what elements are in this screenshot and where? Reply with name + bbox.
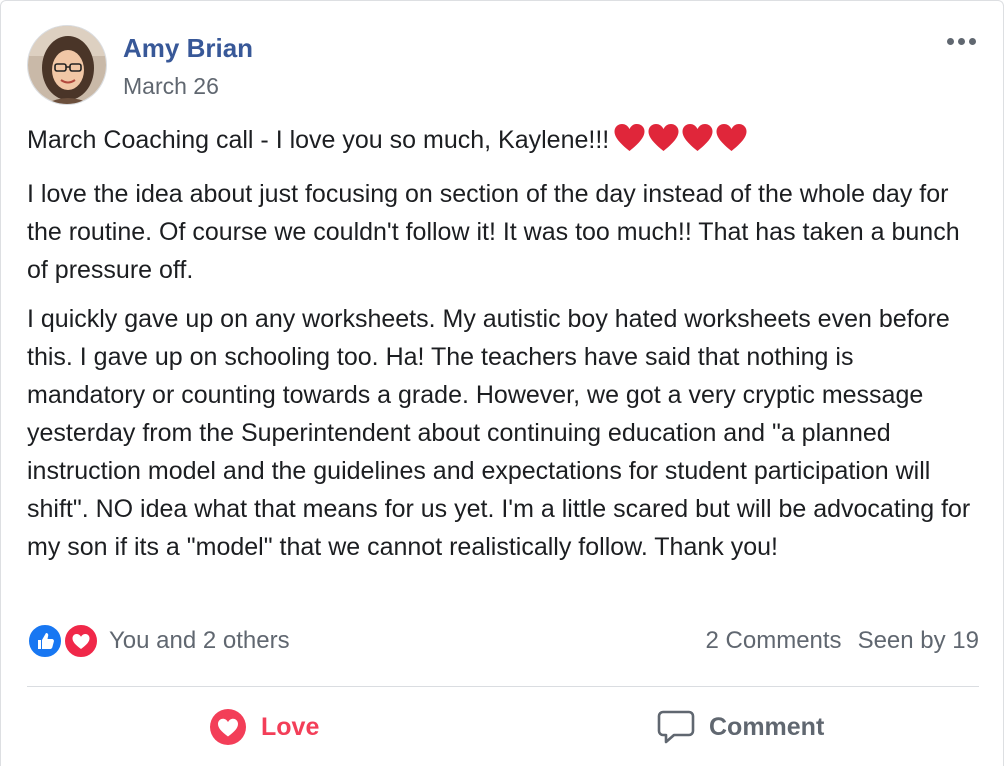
- post-paragraph: March Coaching call - I love you so much…: [27, 121, 977, 164]
- comment-icon: [657, 710, 695, 744]
- actions-divider: [27, 686, 979, 687]
- post-paragraph-text: March Coaching call - I love you so much…: [27, 126, 610, 154]
- post-date[interactable]: March 26: [123, 73, 219, 100]
- comment-button-label: Comment: [709, 712, 825, 741]
- heart-emoji-icon: [648, 124, 679, 151]
- post-card: Amy Brian March 26 March Coaching call -…: [0, 0, 1004, 766]
- love-button[interactable]: Love: [209, 701, 319, 753]
- love-reaction-icon: [63, 623, 99, 659]
- reaction-summary[interactable]: You and 2 others: [109, 627, 290, 655]
- more-options-button[interactable]: [939, 29, 983, 53]
- more-dot-icon: [957, 37, 965, 45]
- post-paragraph: I love the idea about just focusing on s…: [27, 180, 960, 284]
- more-dot-icon: [968, 37, 976, 45]
- heart-emoji-group: [613, 123, 749, 164]
- comments-count-link[interactable]: 2 Comments: [706, 627, 842, 655]
- author-name[interactable]: Amy Brian: [123, 33, 253, 64]
- post-text: March Coaching call - I love you so much…: [27, 121, 977, 577]
- heart-emoji-icon: [716, 124, 747, 151]
- love-button-label: Love: [261, 712, 320, 741]
- love-icon: [210, 709, 246, 745]
- like-reaction-icon: [27, 623, 63, 659]
- avatar-photo: [28, 26, 106, 104]
- seen-by-count[interactable]: Seen by 19: [858, 627, 979, 655]
- heart-emoji-icon: [682, 124, 713, 151]
- reaction-icons[interactable]: [27, 623, 103, 659]
- avatar[interactable]: [27, 25, 107, 105]
- more-dot-icon: [946, 37, 954, 45]
- post-stats: 2 Comments Seen by 19: [706, 627, 979, 655]
- reactions-bar: You and 2 others 2 Comments Seen by 19: [27, 623, 979, 663]
- heart-emoji-icon: [614, 124, 645, 151]
- post-paragraph: I quickly gave up on any worksheets. My …: [27, 305, 971, 561]
- comment-button[interactable]: Comment: [657, 701, 824, 753]
